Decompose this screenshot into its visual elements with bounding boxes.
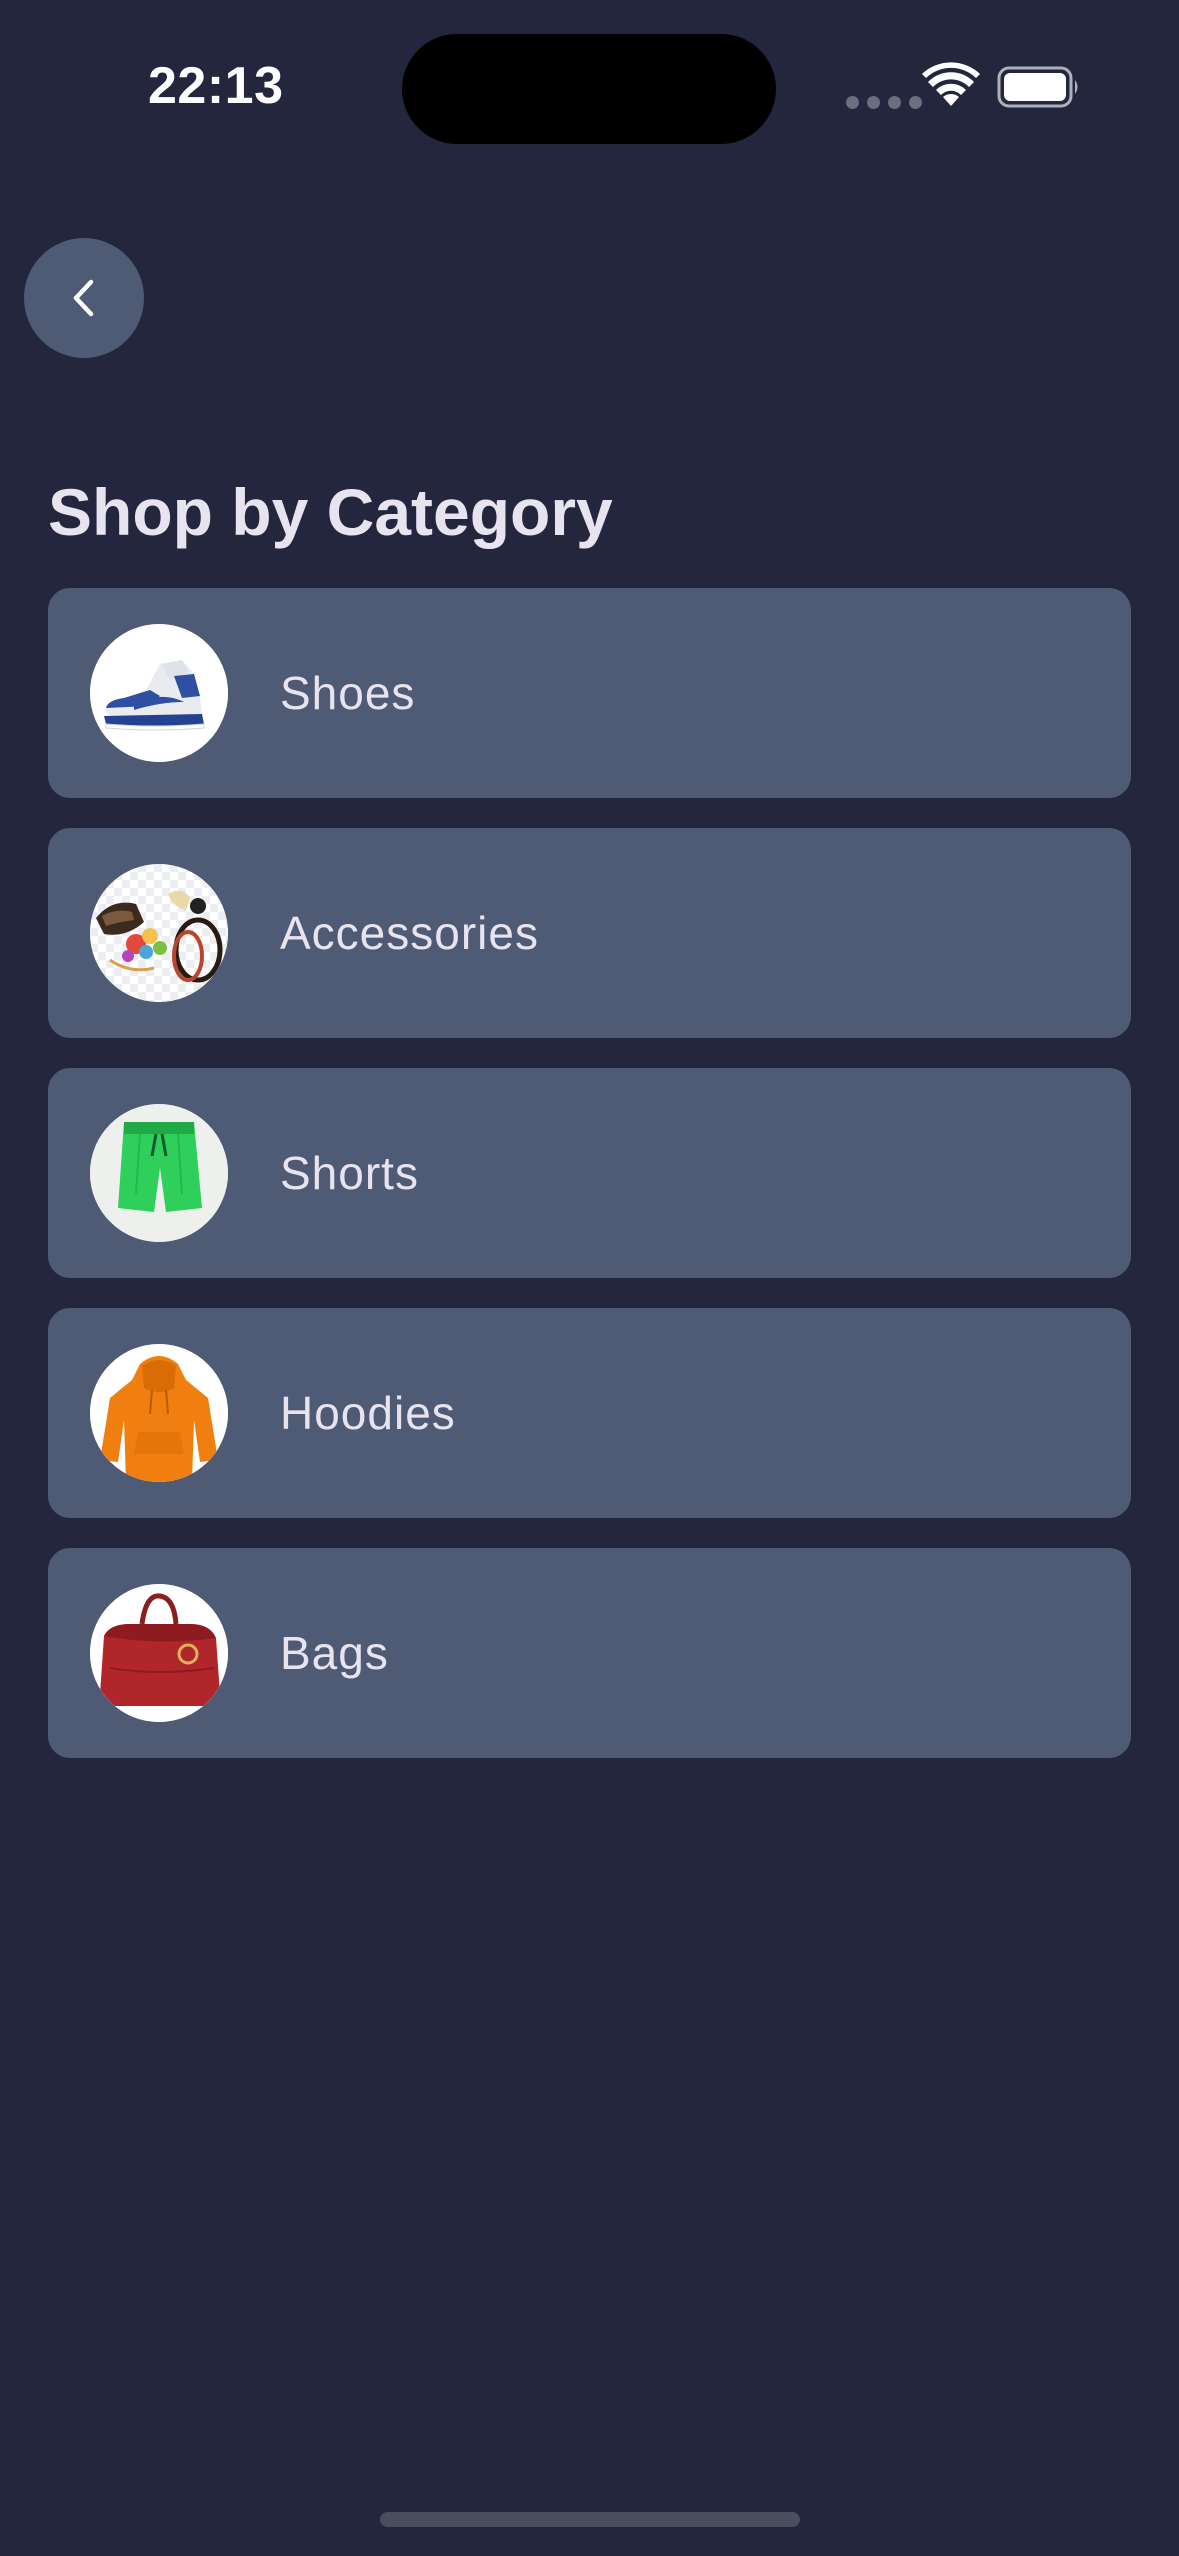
category-item-shorts[interactable]: Shorts (48, 1068, 1131, 1278)
category-label: Bags (280, 1627, 389, 1679)
back-button[interactable] (24, 238, 144, 358)
sneaker-icon (90, 624, 228, 762)
category-label: Shoes (280, 667, 416, 719)
wifi-icon (922, 62, 980, 106)
category-item-hoodies[interactable]: Hoodies (48, 1308, 1131, 1518)
category-label: Accessories (280, 907, 539, 959)
chevron-left-icon (73, 279, 94, 317)
category-list: Shoes Accessories Shorts Hoodies Bags (48, 588, 1131, 1788)
handbag-icon (90, 1584, 228, 1722)
battery-icon (997, 66, 1078, 108)
category-label: Hoodies (280, 1387, 456, 1439)
category-item-accessories[interactable]: Accessories (48, 828, 1131, 1038)
accessories-icon (90, 864, 228, 1002)
hoodie-icon (90, 1344, 228, 1482)
category-item-shoes[interactable]: Shoes (48, 588, 1131, 798)
cellular-signal-icon (846, 96, 922, 109)
home-indicator[interactable] (380, 2512, 800, 2527)
category-item-bags[interactable]: Bags (48, 1548, 1131, 1758)
status-time: 22:13 (148, 57, 284, 115)
dynamic-island (402, 34, 776, 144)
shorts-icon (90, 1104, 228, 1242)
category-label: Shorts (280, 1147, 419, 1199)
page-title: Shop by Category (48, 475, 613, 549)
